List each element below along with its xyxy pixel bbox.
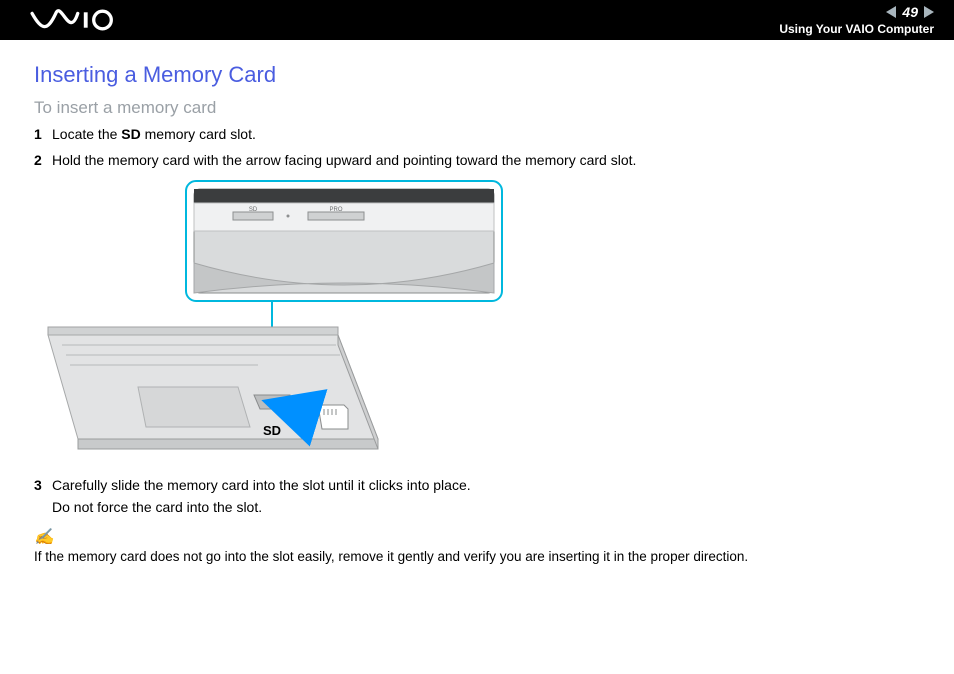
sd-label: SD	[263, 423, 281, 438]
laptop-sd-illustration: SD PRO	[38, 177, 538, 467]
step1-post: memory card slot.	[141, 126, 256, 142]
next-page-arrow-icon[interactable]	[924, 6, 934, 18]
note-text: If the memory card does not go into the …	[34, 549, 926, 564]
section-subtitle: To insert a memory card	[34, 98, 926, 118]
step-text: Locate the SD memory card slot.	[52, 124, 926, 146]
step1-pre: Locate the	[52, 126, 121, 142]
inset-pro-slot	[308, 212, 364, 220]
figure: SD PRO	[38, 177, 926, 467]
sd-card-icon	[318, 405, 348, 429]
inset-sd-label: SD	[249, 207, 258, 213]
prev-page-arrow-icon[interactable]	[886, 6, 896, 18]
page-content: Inserting a Memory Card To insert a memo…	[0, 40, 954, 564]
section-title: Inserting a Memory Card	[34, 62, 926, 88]
step-text: Carefully slide the memory card into the…	[52, 475, 926, 518]
step-2: 2 Hold the memory card with the arrow fa…	[34, 150, 926, 172]
step-number: 3	[34, 475, 52, 518]
breadcrumb[interactable]: Using Your VAIO Computer	[779, 22, 934, 36]
vaio-logo-svg	[20, 9, 130, 31]
step-text: Hold the memory card with the arrow faci…	[52, 150, 926, 172]
step3-line1: Carefully slide the memory card into the…	[52, 477, 471, 493]
page-header: 49 Using Your VAIO Computer	[0, 0, 954, 40]
vaio-logo	[20, 0, 130, 40]
trackpad	[138, 387, 250, 427]
steps-list: 1 Locate the SD memory card slot. 2 Hold…	[34, 124, 926, 171]
inset-led	[287, 215, 290, 218]
header-right: 49 Using Your VAIO Computer	[779, 4, 934, 36]
page-number: 49	[902, 4, 918, 20]
laptop-sd-slot	[254, 395, 296, 409]
laptop-drawing	[48, 327, 378, 449]
inset-top-dark	[194, 189, 494, 203]
step3-line2: Do not force the card into the slot.	[52, 499, 262, 515]
step-3: 3 Carefully slide the memory card into t…	[34, 475, 926, 518]
step-number: 1	[34, 124, 52, 146]
page-nav: 49	[886, 4, 934, 20]
step-1: 1 Locate the SD memory card slot.	[34, 124, 926, 146]
step-number: 2	[34, 150, 52, 172]
steps-list-cont: 3 Carefully slide the memory card into t…	[34, 475, 926, 518]
inset-sd-slot	[233, 212, 273, 220]
note-icon: ✍	[34, 527, 926, 547]
step1-bold: SD	[121, 126, 140, 142]
inset-pro-label: PRO	[329, 207, 342, 213]
